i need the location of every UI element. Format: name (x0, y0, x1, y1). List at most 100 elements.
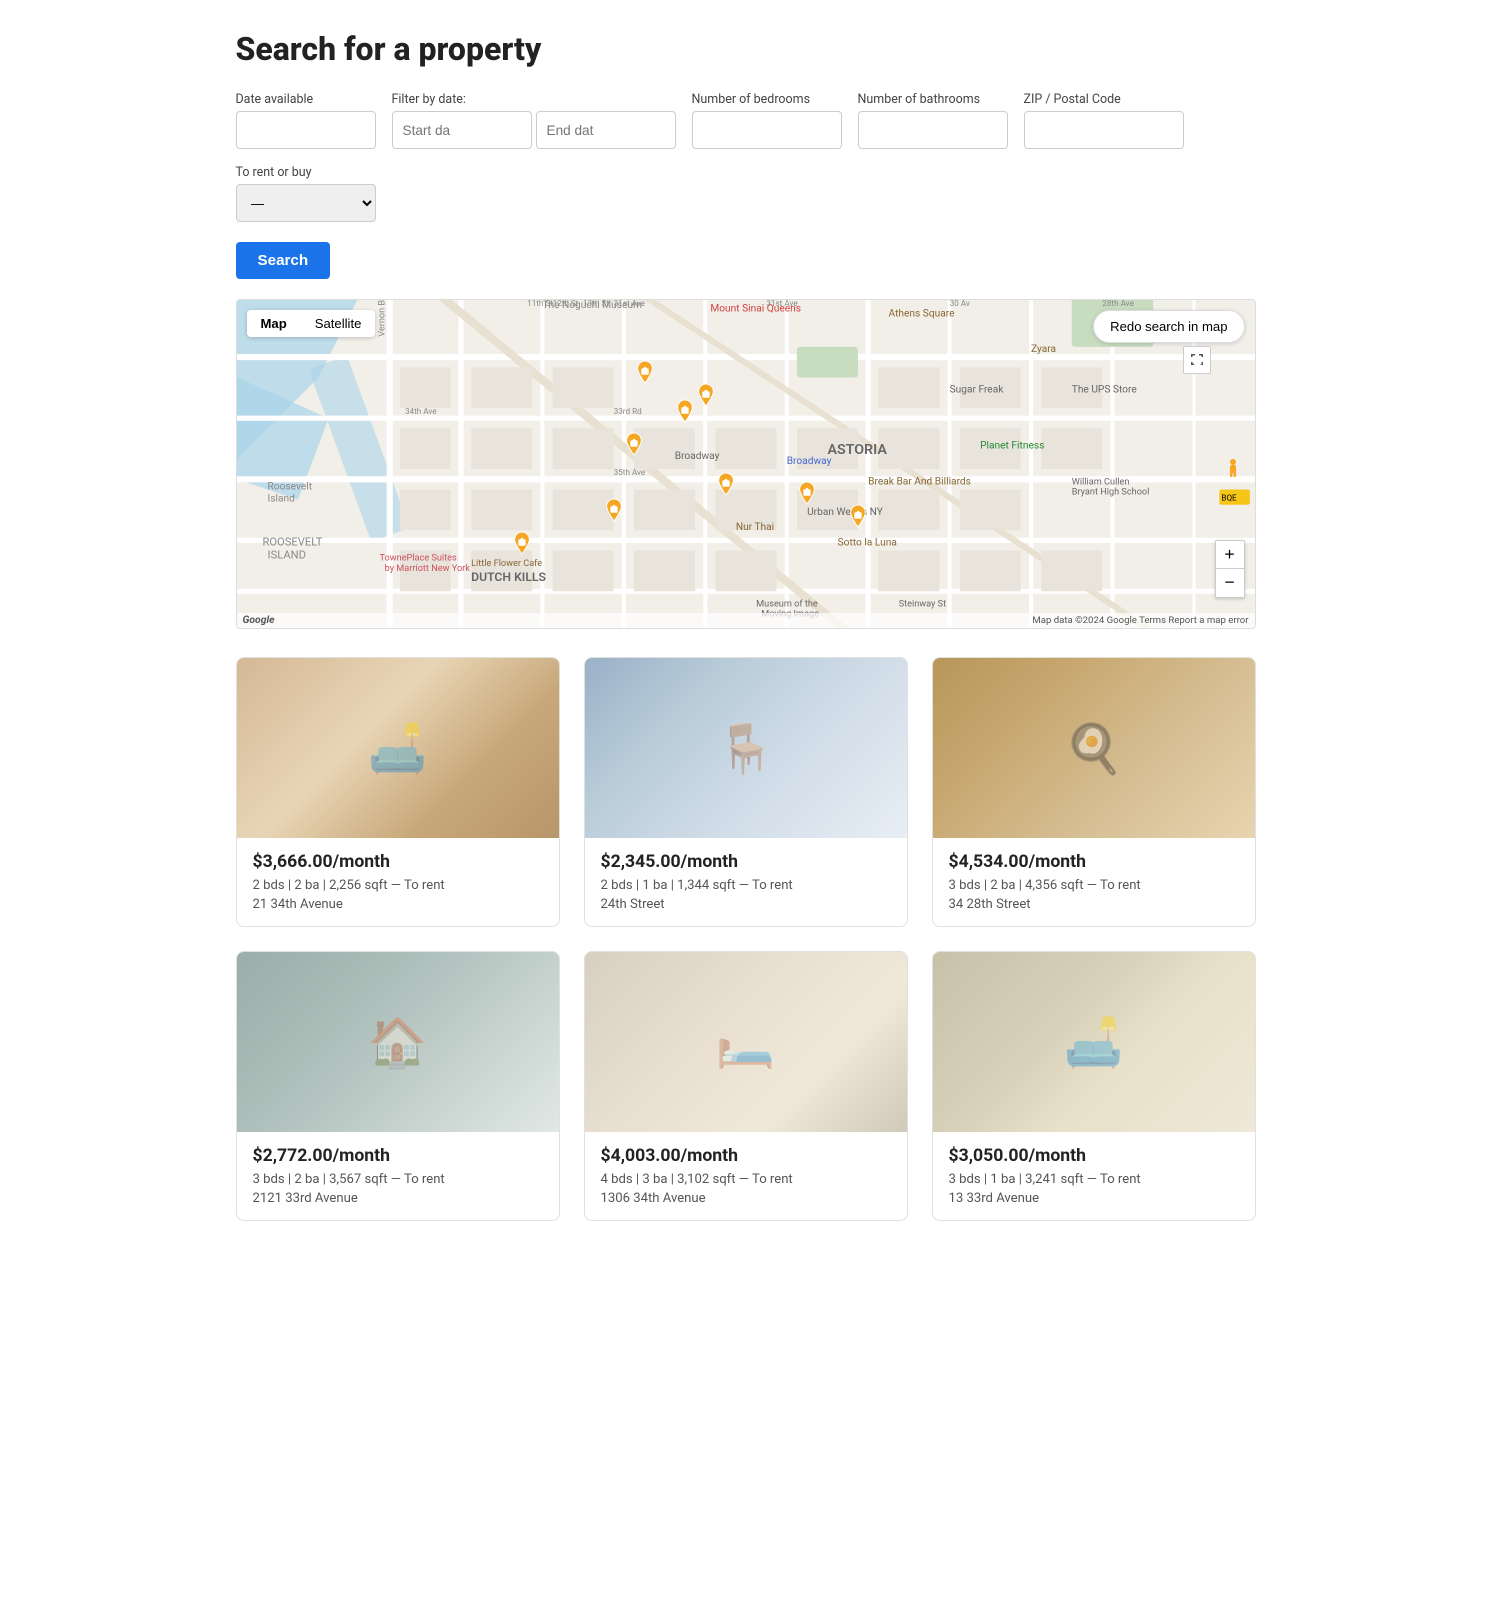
property-address-4: 2121 33rd Avenue (253, 1191, 543, 1206)
property-price-5: $4,003.00/month (601, 1146, 891, 1166)
zoom-out-button[interactable]: − (1216, 569, 1244, 597)
start-date-input[interactable] (392, 111, 532, 149)
property-details-4: 3 bds | 2 ba | 3,567 sqft — To rent (253, 1172, 543, 1187)
svg-text:BQE: BQE (1221, 493, 1237, 503)
svg-text:Sotto la Luna: Sotto la Luna (837, 537, 896, 548)
svg-text:Roosevelt: Roosevelt (267, 481, 312, 492)
property-card-4[interactable]: $2,772.00/month 3 bds | 2 ba | 3,567 sqf… (236, 951, 560, 1221)
property-info-2: $2,345.00/month 2 bds | 1 ba | 1,344 sqf… (585, 838, 907, 926)
property-price-2: $2,345.00/month (601, 852, 891, 872)
svg-text:Vernon Blvd: Vernon Blvd (377, 300, 387, 337)
map-pin-7[interactable] (603, 497, 625, 527)
map-pin-8[interactable] (847, 503, 869, 533)
bathrooms-input[interactable] (858, 111, 1008, 149)
map-pin-6[interactable] (796, 480, 818, 510)
svg-text:ASTORIA: ASTORIA (827, 442, 887, 458)
svg-text:11th St: 11th St (527, 300, 553, 308)
filter-by-date-group: Filter by date: (392, 92, 676, 149)
map-view-tabs: Map Satellite (247, 310, 376, 337)
svg-text:The UPS Store: The UPS Store (1071, 385, 1137, 396)
property-info-4: $2,772.00/month 3 bds | 2 ba | 3,567 sqf… (237, 1132, 559, 1220)
map-pin-4[interactable] (623, 431, 645, 461)
filter-by-date-label: Filter by date: (392, 92, 676, 107)
property-info-3: $4,534.00/month 3 bds | 2 ba | 4,356 sqf… (933, 838, 1255, 926)
svg-text:Broadway: Broadway (786, 456, 831, 467)
property-grid: $3,666.00/month 2 bds | 2 ba | 2,256 sqf… (236, 657, 1256, 1221)
map-svg: ASTORIA DUTCH KILLS ROOSEVELT ISLAND Roo… (237, 300, 1255, 628)
filters-bar: Date available Filter by date: Number of… (236, 92, 1256, 222)
property-price-3: $4,534.00/month (949, 852, 1239, 872)
bedrooms-group: Number of bedrooms (692, 92, 842, 149)
end-date-input[interactable] (536, 111, 676, 149)
svg-text:Athens Square: Athens Square (888, 308, 955, 319)
svg-text:33rd Rd: 33rd Rd (613, 406, 641, 416)
page-title: Search for a property (236, 30, 1256, 68)
map-inner: ASTORIA DUTCH KILLS ROOSEVELT ISLAND Roo… (237, 300, 1255, 628)
svg-text:34th Ave: 34th Ave (404, 406, 436, 416)
property-image-3 (933, 658, 1255, 838)
svg-text:Museum of the: Museum of the (756, 600, 818, 610)
svg-text:28th Ave: 28th Ave (1102, 300, 1134, 308)
map-pin-1[interactable] (634, 359, 656, 389)
svg-text:Broadway: Broadway (674, 451, 719, 462)
svg-text:Steinway St: Steinway St (898, 600, 945, 610)
rent-buy-group: To rent or buy — To rent To buy (236, 165, 376, 222)
svg-text:Zyara: Zyara (1031, 344, 1056, 355)
svg-text:Bryant High School: Bryant High School (1071, 488, 1149, 498)
svg-text:TownePlace Suites: TownePlace Suites (379, 554, 456, 564)
svg-text:30 Av: 30 Av (949, 300, 969, 308)
map-tab-satellite[interactable]: Satellite (301, 310, 376, 337)
map-attribution-text: Map data ©2024 Google Terms Report a map… (1032, 615, 1248, 626)
search-button[interactable]: Search (236, 242, 331, 279)
property-card-6[interactable]: $3,050.00/month 3 bds | 1 ba | 3,241 sqf… (932, 951, 1256, 1221)
map-zoom-controls: + − (1215, 540, 1245, 598)
property-details-3: 3 bds | 2 ba | 4,356 sqft — To rent (949, 878, 1239, 893)
map-attribution: Google Map data ©2024 Google Terms Repor… (237, 613, 1255, 628)
map-pin-9[interactable] (511, 530, 533, 560)
map-pin-5[interactable] (715, 471, 737, 501)
zip-group: ZIP / Postal Code (1024, 92, 1184, 149)
property-info-1: $3,666.00/month 2 bds | 2 ba | 2,256 sqf… (237, 838, 559, 926)
property-image-5 (585, 952, 907, 1132)
property-image-4 (237, 952, 559, 1132)
svg-text:Break Bar And Billiards: Break Bar And Billiards (868, 476, 971, 487)
property-price-4: $2,772.00/month (253, 1146, 543, 1166)
svg-text:ROOSEVELT: ROOSEVELT (262, 535, 322, 548)
property-card-5[interactable]: $4,003.00/month 4 bds | 3 ba | 3,102 sqf… (584, 951, 908, 1221)
map-pin-3[interactable] (674, 398, 696, 428)
svg-text:Sugar Freak: Sugar Freak (949, 385, 1004, 396)
property-image-1 (237, 658, 559, 838)
property-price-1: $3,666.00/month (253, 852, 543, 872)
rent-buy-label: To rent or buy (236, 165, 376, 180)
svg-text:31st Ave: 31st Ave (766, 300, 798, 308)
map-tab-map[interactable]: Map (247, 310, 301, 337)
property-card-2[interactable]: $2,345.00/month 2 bds | 1 ba | 1,344 sqf… (584, 657, 908, 927)
bedrooms-label: Number of bedrooms (692, 92, 842, 107)
zip-input[interactable] (1024, 111, 1184, 149)
svg-text:Planet Fitness: Planet Fitness (980, 441, 1044, 452)
zip-label: ZIP / Postal Code (1024, 92, 1184, 107)
map-pin-2[interactable] (695, 382, 717, 412)
property-image-6 (933, 952, 1255, 1132)
property-card-1[interactable]: $3,666.00/month 2 bds | 2 ba | 2,256 sqf… (236, 657, 560, 927)
property-card-3[interactable]: $4,534.00/month 3 bds | 2 ba | 4,356 sqf… (932, 657, 1256, 927)
date-available-input[interactable] (236, 111, 376, 149)
pegman-icon[interactable] (1221, 457, 1245, 481)
property-details-6: 3 bds | 1 ba | 3,241 sqft — To rent (949, 1172, 1239, 1187)
svg-text:ISLAND: ISLAND (267, 549, 305, 562)
rent-buy-select[interactable]: — To rent To buy (236, 184, 376, 222)
property-address-3: 34 28th Street (949, 897, 1239, 912)
map-logo: Google (243, 613, 275, 626)
svg-text:Island: Island (267, 494, 295, 505)
property-price-6: $3,050.00/month (949, 1146, 1239, 1166)
svg-text:13th St: 13th St (583, 300, 609, 308)
svg-text:35th Ave: 35th Ave (613, 467, 645, 477)
property-image-2 (585, 658, 907, 838)
zoom-in-button[interactable]: + (1216, 541, 1244, 569)
bedrooms-input[interactable] (692, 111, 842, 149)
redo-search-button[interactable]: Redo search in map (1093, 310, 1244, 343)
map-container: ASTORIA DUTCH KILLS ROOSEVELT ISLAND Roo… (236, 299, 1256, 629)
date-available-label: Date available (236, 92, 376, 107)
property-address-1: 21 34th Avenue (253, 897, 543, 912)
fullscreen-button[interactable] (1183, 346, 1211, 374)
